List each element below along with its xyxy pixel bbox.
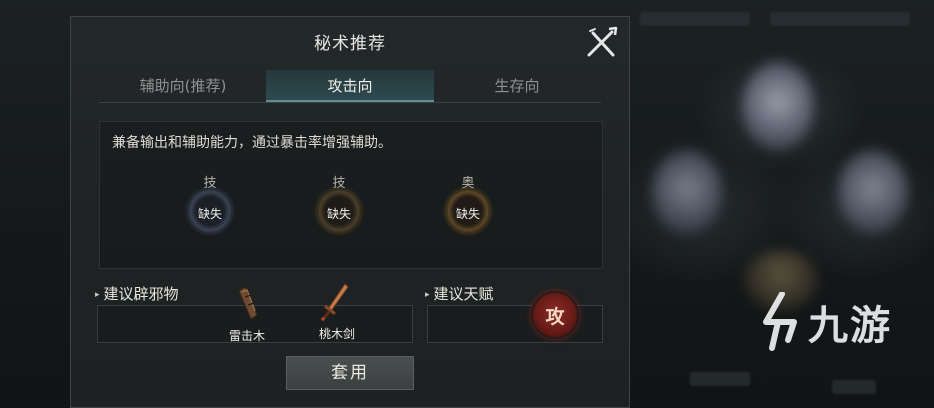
attack-talent-icon[interactable]: 攻 — [531, 291, 579, 339]
talent-heading: 建议天赋 — [425, 283, 494, 304]
peachwood-sword-icon — [321, 283, 349, 321]
item-name: 雷击木 — [228, 329, 265, 343]
close-icon[interactable] — [585, 25, 619, 59]
slot-status-label: 缺失 — [455, 207, 480, 221]
apply-button[interactable]: 套用 — [286, 356, 414, 390]
watermark: 九游 — [758, 292, 892, 352]
background-ui-bar — [690, 372, 750, 386]
tab-survival[interactable]: 生存向 — [433, 70, 601, 102]
tab-support[interactable]: 辅助向(推荐) — [99, 70, 267, 102]
watermark-text: 九游 — [808, 303, 892, 349]
jiuyou-logo-icon — [763, 292, 797, 351]
skill-slot[interactable]: 技 缺失 — [180, 172, 240, 246]
build-description-box: 兼备输出和辅助能力，通过暴击率增强辅助。 技 缺失 技 缺失 奥 缺失 — [99, 121, 603, 269]
tab-attack[interactable]: 攻击向 — [266, 70, 434, 102]
tab-bar: 辅助向(推荐) 攻击向 生存向 — [99, 70, 601, 103]
exorcism-item[interactable]: 桃木剑 — [307, 281, 367, 342]
talent-badge-label: 攻 — [545, 306, 565, 328]
arcane-slot[interactable]: 奥 缺失 — [438, 172, 498, 246]
background-ui-bar — [832, 380, 876, 394]
background-skill-orb — [652, 150, 722, 234]
background-ui-bar — [770, 12, 910, 26]
slot-status-label: 缺失 — [197, 207, 222, 221]
skill-slot[interactable]: 技 缺失 — [309, 172, 369, 246]
background-ui-bar — [640, 12, 750, 26]
exorcism-item[interactable]: 雷击木 — [217, 283, 277, 344]
background-skill-orb — [742, 62, 814, 150]
recommendation-dialog: 秘术推荐 辅助向(推荐) 攻击向 生存向 兼备输出和辅助能力，通过暴击率增强辅助… — [70, 16, 630, 408]
exorcism-heading: 建议辟邪物 — [95, 283, 179, 304]
background-skill-orb — [838, 150, 908, 234]
build-description: 兼备输出和辅助能力，通过暴击率增强辅助。 — [112, 135, 392, 151]
thunderwood-icon — [238, 286, 258, 320]
dialog-title: 秘术推荐 — [314, 34, 386, 54]
item-name: 桃木剑 — [318, 327, 355, 341]
slot-status-label: 缺失 — [326, 207, 351, 221]
